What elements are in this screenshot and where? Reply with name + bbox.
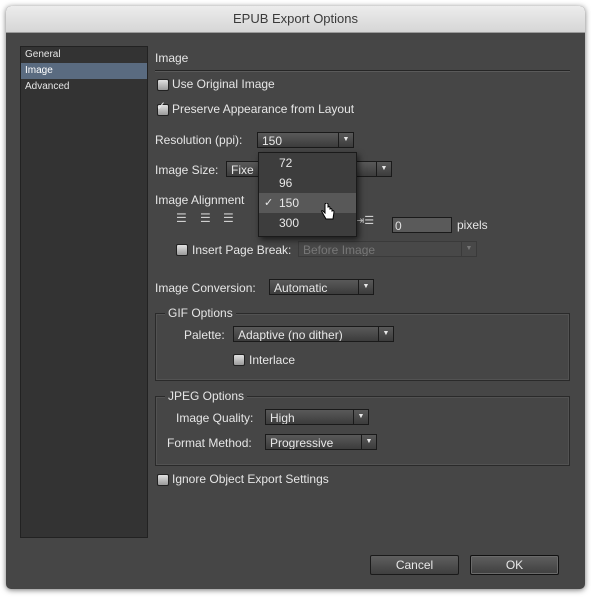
resolution-label: Resolution (ppi): bbox=[155, 133, 243, 147]
align-center-icon[interactable]: ☰ bbox=[200, 211, 211, 225]
palette-value: Adaptive (no dither) bbox=[238, 328, 343, 342]
sidebar-item-image[interactable]: Image bbox=[21, 63, 147, 79]
conversion-value: Automatic bbox=[274, 281, 328, 295]
pixels-unit-label: pixels bbox=[457, 218, 488, 232]
conversion-dropdown[interactable]: Automatic ▼ bbox=[269, 279, 374, 295]
sidebar: General Image Advanced bbox=[20, 46, 148, 538]
dropdown-arrow-icon: ▼ bbox=[378, 327, 393, 341]
hand-cursor-icon bbox=[321, 203, 335, 220]
quality-label: Image Quality: bbox=[176, 411, 254, 425]
quality-value: High bbox=[270, 411, 295, 425]
page-break-dropdown[interactable]: Before Image ▼ bbox=[298, 241, 477, 257]
format-method-dropdown[interactable]: Progressive ▼ bbox=[265, 434, 377, 450]
section-divider bbox=[155, 70, 570, 72]
cancel-button[interactable]: Cancel bbox=[370, 555, 459, 575]
palette-label: Palette: bbox=[184, 328, 225, 342]
dropdown-arrow-icon: ▼ bbox=[358, 280, 373, 294]
ignore-settings-label: Ignore Object Export Settings bbox=[172, 472, 329, 486]
image-size-label: Image Size: bbox=[155, 163, 219, 177]
format-method-label: Format Method: bbox=[167, 436, 252, 450]
format-method-value: Progressive bbox=[270, 436, 334, 450]
page-break-label: Insert Page Break: bbox=[192, 243, 292, 257]
image-alignment-label: Image Alignment bbox=[155, 193, 245, 207]
resolution-value: 150 bbox=[262, 134, 283, 148]
preserve-appearance-label: Preserve Appearance from Layout bbox=[172, 102, 355, 116]
palette-dropdown[interactable]: Adaptive (no dither) ▼ bbox=[233, 326, 394, 342]
space-after-icon: ⇥☰ bbox=[355, 215, 375, 227]
align-left-icon[interactable]: ☰ bbox=[176, 211, 187, 225]
resolution-option-96[interactable]: 96 bbox=[259, 173, 356, 193]
gif-options-group bbox=[155, 313, 570, 381]
interlace-label: Interlace bbox=[249, 353, 296, 367]
resolution-dropdown[interactable]: 150 ▼ bbox=[257, 132, 354, 148]
check-icon: ✓ bbox=[264, 197, 274, 209]
dropdown-arrow-icon: ▼ bbox=[461, 242, 476, 256]
checkmark-icon: ✓ bbox=[156, 99, 167, 113]
interlace-checkbox[interactable] bbox=[233, 354, 245, 366]
ignore-settings-checkbox[interactable] bbox=[157, 474, 169, 486]
page-break-value: Before Image bbox=[303, 243, 376, 257]
conversion-label: Image Conversion: bbox=[155, 281, 256, 295]
epub-export-dialog: EPUB Export Options General Image Advanc… bbox=[6, 6, 585, 589]
image-size-value: Fixe bbox=[231, 163, 254, 177]
resolution-option-72[interactable]: 72 bbox=[259, 153, 356, 173]
gif-options-title: GIF Options bbox=[165, 306, 236, 320]
dropdown-arrow-icon: ▼ bbox=[376, 162, 391, 176]
ok-button[interactable]: OK bbox=[470, 555, 559, 575]
quality-dropdown[interactable]: High ▼ bbox=[265, 409, 369, 425]
window-title: EPUB Export Options bbox=[6, 6, 585, 33]
dropdown-arrow-icon: ▼ bbox=[353, 410, 368, 424]
space-after-field[interactable]: 0 bbox=[392, 217, 452, 233]
section-title: Image bbox=[155, 51, 189, 65]
resolution-option-150[interactable]: ✓ 150 bbox=[259, 193, 356, 213]
use-original-checkbox[interactable] bbox=[157, 79, 169, 91]
page-break-checkbox[interactable] bbox=[176, 244, 188, 256]
dropdown-arrow-icon: ▼ bbox=[338, 133, 353, 147]
sidebar-item-advanced[interactable]: Advanced bbox=[21, 79, 147, 95]
resolution-popup-menu: 72 96 ✓ 150 300 bbox=[258, 152, 357, 237]
resolution-option-300[interactable]: 300 bbox=[259, 213, 356, 233]
sidebar-item-general[interactable]: General bbox=[21, 47, 147, 63]
jpeg-options-group bbox=[155, 396, 570, 466]
align-right-icon[interactable]: ☰ bbox=[223, 211, 234, 225]
dropdown-arrow-icon: ▼ bbox=[361, 435, 376, 449]
jpeg-options-title: JPEG Options bbox=[165, 389, 248, 403]
use-original-label: Use Original Image bbox=[172, 77, 275, 91]
